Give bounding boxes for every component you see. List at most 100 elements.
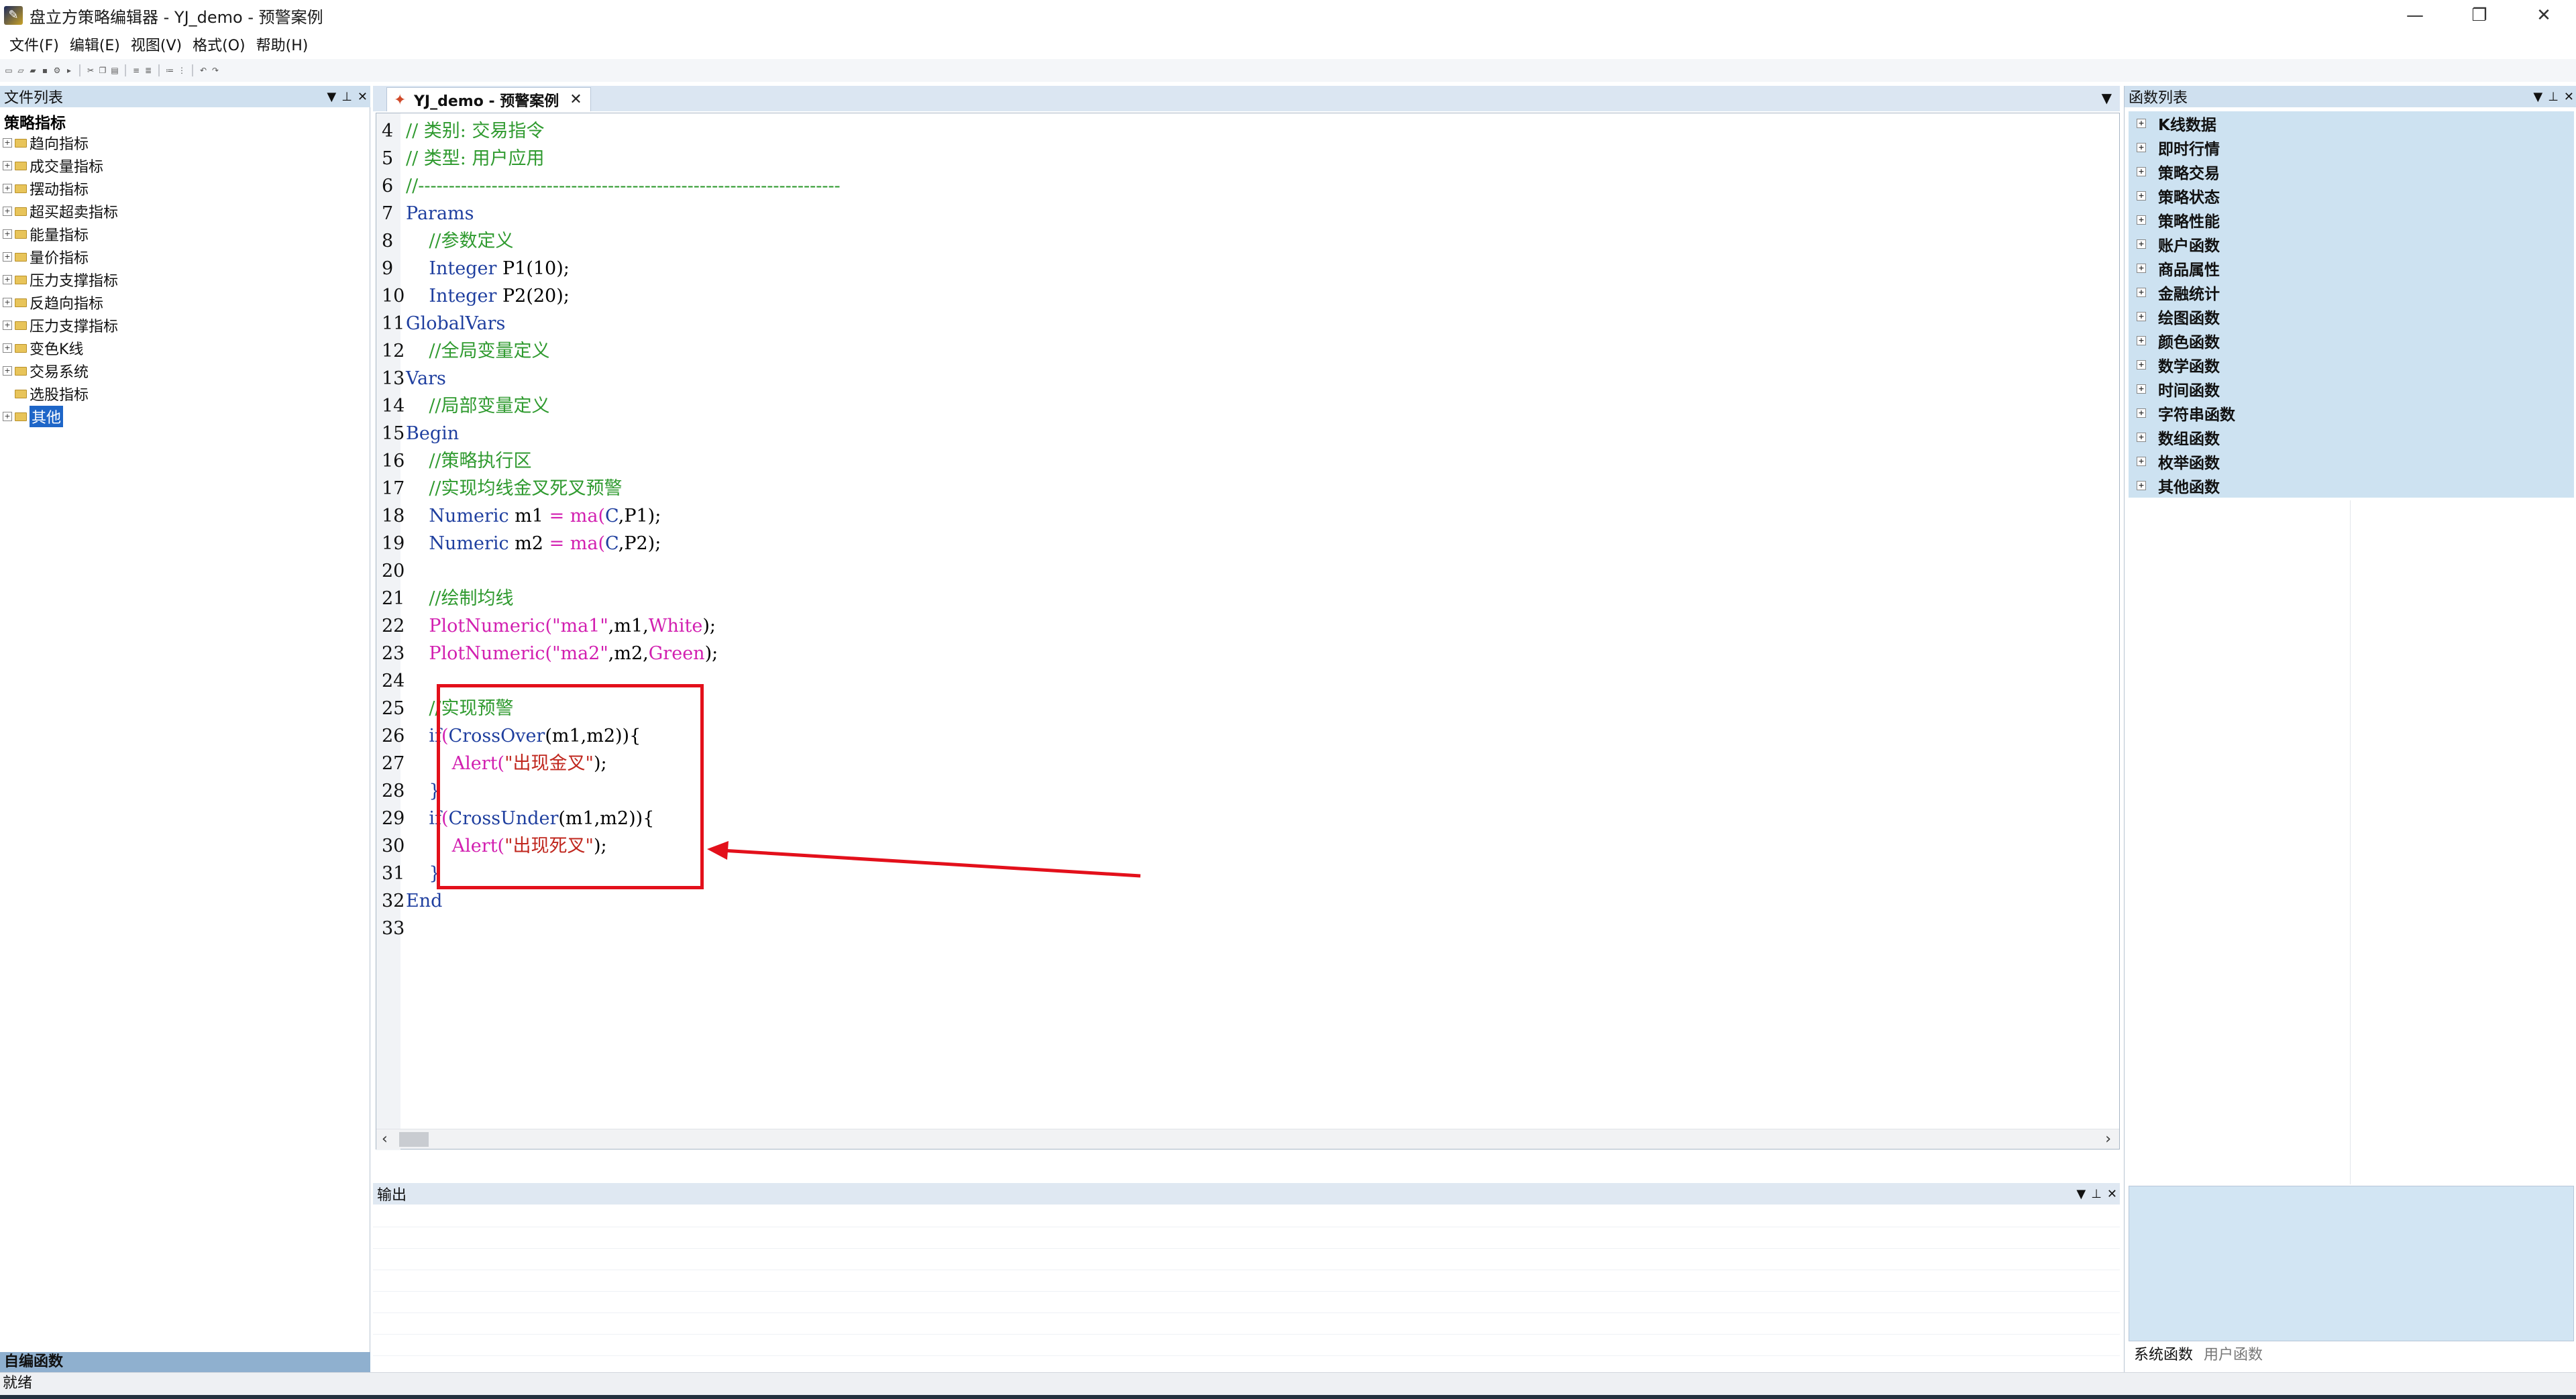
scroll-right-icon[interactable]: ›: [2105, 1131, 2111, 1148]
tab-yj-demo[interactable]: ✦ YJ_demo - 预警案例 ✕: [386, 87, 591, 111]
code-line[interactable]: 17 //实现均线金叉死叉预警: [382, 475, 841, 502]
expand-icon[interactable]: +: [2137, 433, 2146, 442]
expand-icon[interactable]: +: [2137, 360, 2146, 370]
function-category-item[interactable]: + K线数据: [2129, 111, 2574, 135]
tree-item[interactable]: + 交易系统: [3, 359, 118, 382]
code-line[interactable]: 22 PlotNumeric("ma1",m1,White);: [382, 612, 841, 640]
menu-view[interactable]: 视图(V): [125, 34, 187, 55]
code-line[interactable]: 5 // 类型: 用户应用: [382, 145, 841, 172]
dropdown-icon[interactable]: ▼: [2533, 90, 2542, 104]
cut-icon[interactable]: ✂: [86, 65, 95, 76]
expand-icon[interactable]: +: [2137, 119, 2146, 128]
menu-help[interactable]: 帮助(H): [251, 34, 314, 55]
expand-icon[interactable]: +: [3, 366, 12, 376]
outdent-icon[interactable]: ≣: [144, 65, 153, 76]
code-line[interactable]: 7 Params: [382, 200, 841, 227]
expand-icon[interactable]: +: [3, 412, 12, 421]
tree-item[interactable]: + 能量指标: [3, 223, 118, 245]
code-line[interactable]: 9 Integer P1(10);: [382, 255, 841, 282]
tree-item[interactable]: + 趋向指标: [3, 131, 118, 154]
function-category-item[interactable]: + 颜色函数: [2129, 329, 2574, 353]
expand-icon[interactable]: +: [2137, 457, 2146, 466]
code-line[interactable]: 23 PlotNumeric("ma2",m2,Green);: [382, 640, 841, 667]
close-button[interactable]: ✕: [2512, 0, 2576, 31]
expand-icon[interactable]: +: [2137, 215, 2146, 225]
function-category-item[interactable]: + 策略性能: [2129, 208, 2574, 232]
expand-icon[interactable]: +: [3, 207, 12, 216]
expand-icon[interactable]: +: [3, 343, 12, 353]
uncomment-icon[interactable]: ⋮: [177, 65, 186, 76]
expand-icon[interactable]: +: [3, 184, 12, 193]
function-category-item[interactable]: + 策略交易: [2129, 160, 2574, 184]
dropdown-icon[interactable]: ▼: [327, 90, 336, 104]
code-line[interactable]: 32 End: [382, 887, 841, 915]
expand-icon[interactable]: +: [2137, 408, 2146, 418]
expand-icon[interactable]: +: [3, 321, 12, 330]
tree-item[interactable]: + 反趋向指标: [3, 291, 118, 314]
expand-icon[interactable]: +: [3, 161, 12, 170]
code-line[interactable]: 13 Vars: [382, 365, 841, 392]
menu-format[interactable]: 格式(O): [187, 34, 250, 55]
menu-edit[interactable]: 编辑(E): [64, 34, 125, 55]
expand-icon[interactable]: +: [2137, 143, 2146, 152]
horizontal-scrollbar[interactable]: ‹ ›: [376, 1129, 2119, 1149]
paste-icon[interactable]: ▤: [110, 65, 119, 76]
comment-icon[interactable]: ≔: [165, 65, 174, 76]
function-category-item[interactable]: + 数组函数: [2129, 425, 2574, 449]
expand-icon[interactable]: +: [2137, 312, 2146, 321]
dropdown-icon[interactable]: ▼: [2076, 1187, 2086, 1201]
tree-item[interactable]: + 成交量指标: [3, 154, 118, 177]
expand-icon[interactable]: +: [2137, 481, 2146, 490]
function-category-item[interactable]: + 绘图函数: [2129, 304, 2574, 329]
tree-item[interactable]: + 压力支撑指标: [3, 268, 118, 291]
expand-icon[interactable]: +: [3, 138, 12, 148]
indent-icon[interactable]: ≡: [131, 65, 141, 76]
expand-icon[interactable]: +: [2137, 336, 2146, 345]
menu-file[interactable]: 文件(F): [4, 34, 64, 55]
function-category-item[interactable]: + 字符串函数: [2129, 401, 2574, 425]
output-log[interactable]: [373, 1206, 2120, 1372]
function-category-item[interactable]: + 数学函数: [2129, 353, 2574, 377]
new-template-icon[interactable]: ▱: [16, 65, 25, 76]
code-line[interactable]: 4 // 类别: 交易指令: [382, 117, 841, 145]
expand-icon[interactable]: +: [2137, 167, 2146, 176]
function-category-item[interactable]: + 即时行情: [2129, 135, 2574, 160]
scroll-left-icon[interactable]: ‹: [382, 1131, 388, 1148]
tab-list-dropdown-icon[interactable]: ▼: [2102, 90, 2112, 106]
function-category-item[interactable]: + 其他函数: [2129, 473, 2574, 498]
tree-item[interactable]: + 其他: [3, 405, 118, 428]
copy-icon[interactable]: ❐: [98, 65, 107, 76]
restore-button[interactable]: ❐: [2447, 0, 2512, 31]
close-icon[interactable]: ✕: [358, 90, 368, 104]
code-line[interactable]: 14 //局部变量定义: [382, 392, 841, 420]
function-category-item[interactable]: + 策略状态: [2129, 184, 2574, 208]
scroll-thumb[interactable]: [399, 1132, 429, 1147]
code-line[interactable]: 15 Begin: [382, 420, 841, 447]
code-line[interactable]: 6 //-------------------------------------…: [382, 172, 841, 200]
function-category-item[interactable]: + 账户函数: [2129, 232, 2574, 256]
function-category-item[interactable]: + 金融统计: [2129, 280, 2574, 304]
expand-icon[interactable]: +: [2137, 191, 2146, 201]
compile-icon[interactable]: ⚙: [52, 65, 62, 76]
expand-icon[interactable]: +: [3, 298, 12, 307]
expand-icon[interactable]: +: [2137, 264, 2146, 273]
redo-icon[interactable]: ↷: [211, 65, 220, 76]
code-line[interactable]: 10 Integer P2(20);: [382, 282, 841, 310]
tab-user-functions[interactable]: 用户函数: [2198, 1343, 2268, 1364]
custom-functions-bar[interactable]: 自编函数: [0, 1352, 370, 1372]
tab-system-functions[interactable]: 系统函数: [2129, 1343, 2198, 1364]
function-category-item[interactable]: + 商品属性: [2129, 256, 2574, 280]
pin-icon[interactable]: ⊥: [2091, 1187, 2102, 1201]
code-editor[interactable]: 4 // 类别: 交易指令 5 // 类型: 用户应用 6 //-------------…: [376, 113, 2120, 1150]
code-line[interactable]: 11 GlobalVars: [382, 310, 841, 337]
code-line[interactable]: 20: [382, 557, 841, 585]
tree-item[interactable]: + 超买超卖指标: [3, 200, 118, 223]
tree-item[interactable]: + 量价指标: [3, 245, 118, 268]
expand-icon[interactable]: +: [3, 252, 12, 262]
tree-root[interactable]: 策略指标: [4, 110, 66, 133]
expand-icon[interactable]: +: [3, 275, 12, 284]
code-line[interactable]: 16 //策略执行区: [382, 447, 841, 475]
function-category-item[interactable]: + 时间函数: [2129, 377, 2574, 401]
code-line[interactable]: 21 //绘制均线: [382, 585, 841, 612]
code-line[interactable]: 33: [382, 915, 841, 942]
